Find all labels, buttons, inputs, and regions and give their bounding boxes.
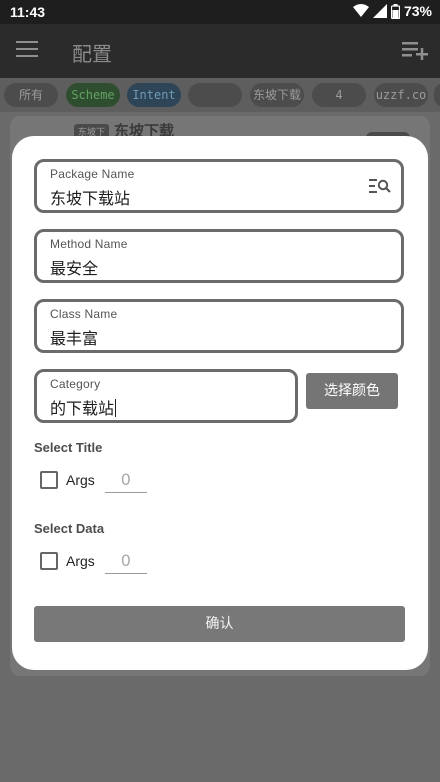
select-data-args-label: Args: [66, 553, 95, 569]
battery-percent: 73%: [403, 3, 432, 19]
category-value: 的下载站: [50, 399, 115, 418]
package-name-field[interactable]: Package Name 东坡下载站: [34, 159, 404, 213]
chip-count[interactable]: 4: [312, 83, 366, 107]
menu-icon[interactable]: [16, 41, 38, 61]
select-title-args-input[interactable]: 0: [104, 467, 147, 493]
chip-scheme[interactable]: Scheme: [66, 83, 120, 107]
chip-all[interactable]: 所有: [4, 83, 58, 107]
chip-dongpo[interactable]: 东坡下载: [250, 83, 304, 107]
text-cursor: [115, 399, 117, 417]
select-title-heading: Select Title: [34, 440, 103, 455]
category-label: Category: [50, 377, 101, 391]
page-title: 配置: [72, 42, 112, 66]
select-data-args-input[interactable]: 0: [104, 548, 147, 574]
chip-overflow[interactable]: [434, 83, 440, 107]
class-name-value: 最丰富: [50, 329, 99, 348]
package-name-value: 东坡下载站: [50, 189, 131, 208]
status-bar: 11:43 73%: [0, 0, 440, 24]
class-name-field[interactable]: Class Name 最丰富: [34, 299, 404, 353]
chip-intent[interactable]: Intent: [127, 83, 181, 107]
chip-empty[interactable]: [188, 83, 242, 107]
method-name-value: 最安全: [50, 259, 99, 278]
select-title-row: Args 0: [40, 467, 147, 493]
select-data-args-checkbox[interactable]: [40, 552, 58, 570]
select-title-args-checkbox[interactable]: [40, 471, 58, 489]
select-color-button[interactable]: 选择颜色: [306, 373, 398, 409]
edit-config-dialog: Package Name 东坡下载站 Method Name 最安全 Class…: [12, 136, 428, 670]
category-field[interactable]: Category 的下载站: [34, 369, 298, 423]
chip-uzzf[interactable]: uzzf.co: [374, 83, 428, 107]
package-name-label: Package Name: [50, 167, 135, 181]
category-value-wrap: 的下载站: [50, 395, 117, 419]
wifi-icon: [352, 4, 369, 17]
select-data-heading: Select Data: [34, 521, 105, 536]
filter-chip-bar: 所有 Scheme Intent 东坡下载 4 uzzf.co: [0, 78, 440, 112]
playlist-add-icon[interactable]: [402, 38, 428, 62]
select-title-args-label: Args: [66, 472, 95, 488]
search-list-icon[interactable]: [369, 178, 391, 194]
status-time: 11:43: [10, 4, 46, 20]
method-name-field[interactable]: Method Name 最安全: [34, 229, 404, 283]
method-name-label: Method Name: [50, 237, 128, 251]
select-data-row: Args 0: [40, 548, 147, 574]
battery-icon: [390, 3, 400, 19]
app-bar: 配置: [0, 24, 440, 78]
status-icons: 73%: [352, 3, 432, 19]
signal-icon: [372, 4, 387, 18]
class-name-label: Class Name: [50, 307, 118, 321]
confirm-button[interactable]: 确认: [34, 606, 405, 642]
